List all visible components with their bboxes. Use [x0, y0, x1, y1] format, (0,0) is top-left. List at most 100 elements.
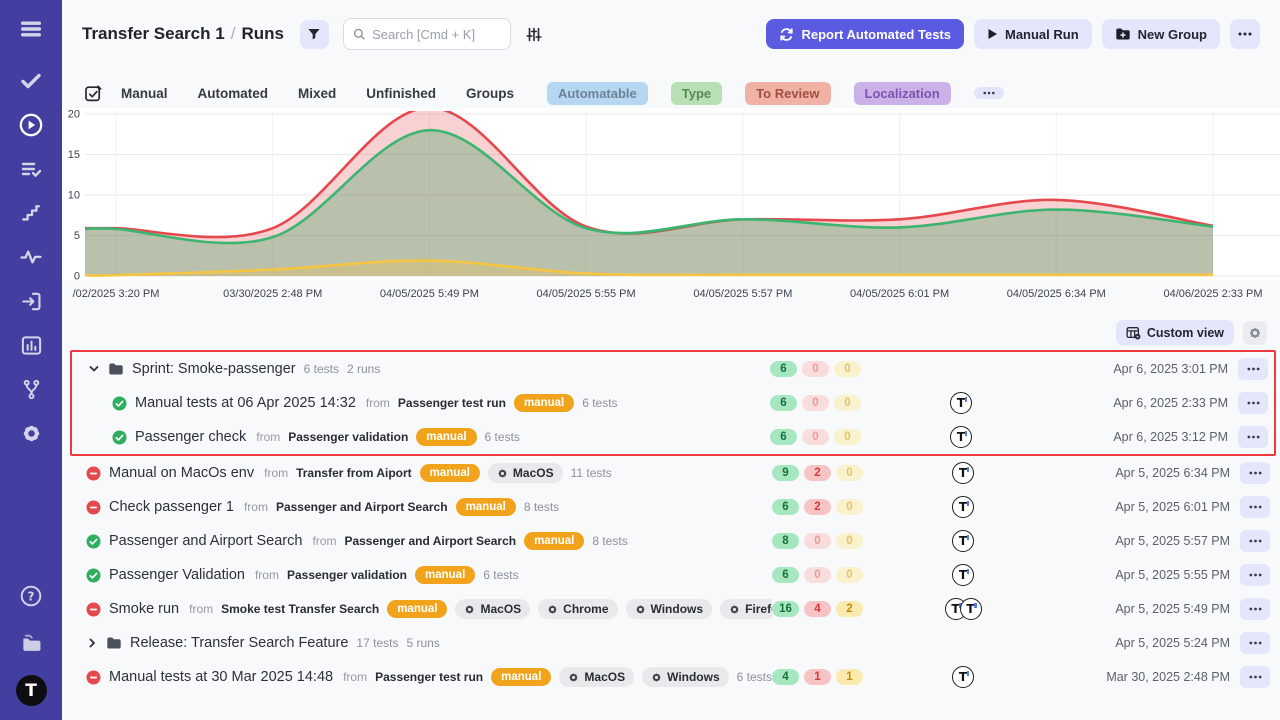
group-name[interactable]: Sprint: Smoke-passenger — [132, 361, 296, 377]
run-name[interactable]: Manual tests at 30 Mar 2025 14:48 — [109, 669, 333, 685]
table-row[interactable]: Smoke runfromSmoke test Transfer Searchm… — [70, 592, 1276, 626]
breadcrumb-project[interactable]: Transfer Search 1 — [82, 24, 225, 43]
stat-passed: 16 — [772, 601, 799, 617]
stat-failed: 0 — [802, 429, 829, 445]
chevron-down-icon[interactable] — [88, 363, 100, 375]
table-row[interactable]: Manual on MacOs envfromTransfer from Aip… — [70, 456, 1276, 490]
stat-passed: 9 — [772, 465, 799, 481]
row-more-button[interactable] — [1240, 530, 1270, 552]
stat-skipped: 0 — [834, 395, 861, 411]
run-name[interactable]: Manual tests at 06 Apr 2025 14:32 — [135, 395, 356, 411]
row-more-button[interactable] — [1238, 426, 1268, 448]
stat-skipped: 0 — [836, 499, 863, 515]
filter-tag[interactable]: Type — [671, 82, 722, 105]
table-gear-icon — [1126, 326, 1141, 340]
run-time: Apr 6, 2025 3:12 PM — [1040, 430, 1228, 444]
group-name[interactable]: Release: Transfer Search Feature — [130, 635, 348, 651]
stat-failed: 2 — [804, 499, 831, 515]
row-more-button[interactable] — [1240, 666, 1270, 688]
table-row[interactable]: Passenger ValidationfromPassenger valida… — [70, 558, 1276, 592]
stat-failed: 4 — [804, 601, 831, 617]
status-passed-icon — [86, 568, 101, 583]
help-icon[interactable]: ? — [18, 583, 44, 609]
filter-button[interactable] — [300, 20, 329, 49]
custom-view-button[interactable]: Custom view — [1116, 320, 1234, 345]
x-tick-label: 04/05/2025 5:49 PM — [380, 288, 479, 300]
imports-icon[interactable] — [18, 288, 44, 314]
row-more-button[interactable] — [1240, 496, 1270, 518]
tasks-icon[interactable] — [18, 68, 44, 94]
stat-failed: 2 — [804, 465, 831, 481]
run-name[interactable]: Passenger Validation — [109, 567, 245, 583]
test-plans-icon[interactable] — [18, 156, 44, 182]
status-failed-icon — [86, 466, 101, 481]
avatar: T — [952, 530, 974, 552]
run-name[interactable]: Passenger and Airport Search — [109, 533, 302, 549]
run-name[interactable]: Smoke run — [109, 601, 179, 617]
avatar: T — [952, 462, 974, 484]
settings-icon[interactable] — [18, 420, 44, 446]
stat-skipped: 0 — [834, 361, 861, 377]
row-more-button[interactable] — [1238, 358, 1268, 380]
manual-badge: manual — [491, 668, 551, 686]
env-chip: MacOS — [559, 667, 634, 687]
tab-groups[interactable]: Groups — [466, 86, 514, 101]
runs-icon[interactable] — [18, 112, 44, 138]
table-row[interactable]: Sprint: Smoke-passenger6 tests2 runs600A… — [72, 352, 1274, 386]
select-runs-icon[interactable] — [84, 84, 103, 103]
tab-unfinished[interactable]: Unfinished — [366, 86, 436, 101]
search-icon — [353, 27, 365, 41]
run-name[interactable]: Passenger check — [135, 429, 246, 445]
ellipsis-icon — [1249, 675, 1262, 679]
search-input[interactable] — [372, 27, 501, 42]
row-more-button[interactable] — [1240, 632, 1270, 654]
table-row[interactable]: Passenger checkfromPassenger validationm… — [72, 420, 1274, 454]
run-name[interactable]: Check passenger 1 — [109, 499, 234, 515]
view-options-icon[interactable] — [521, 21, 547, 47]
projects-icon[interactable] — [18, 629, 44, 655]
ellipsis-icon — [1249, 641, 1262, 645]
tab-manual[interactable]: Manual — [121, 86, 168, 101]
table-row[interactable]: Manual tests at 30 Mar 2025 14:48fromPas… — [70, 660, 1276, 694]
row-more-button[interactable] — [1240, 564, 1270, 586]
gear-icon — [635, 604, 646, 615]
y-tick-label: 5 — [74, 230, 80, 242]
report-automated-tests-button[interactable]: Report Automated Tests — [766, 19, 964, 49]
milestones-icon[interactable] — [18, 200, 44, 226]
row-more-button[interactable] — [1240, 598, 1270, 620]
stat-passed: 8 — [772, 533, 799, 549]
manual-badge: manual — [514, 394, 574, 412]
analytics-icon[interactable] — [18, 332, 44, 358]
pulse-icon[interactable] — [18, 244, 44, 270]
view-settings-button[interactable] — [1243, 321, 1267, 345]
table-row[interactable]: Manual tests at 06 Apr 2025 14:32fromPas… — [72, 386, 1274, 420]
stat-skipped: 1 — [836, 669, 863, 685]
table-row[interactable]: Release: Transfer Search Feature17 tests… — [70, 626, 1276, 660]
filter-tag[interactable]: Localization — [854, 82, 951, 105]
menu-icon[interactable] — [18, 16, 44, 42]
header-more-button[interactable] — [1230, 19, 1260, 49]
from-label: from — [366, 396, 390, 410]
table-row[interactable]: Passenger and Airport SearchfromPassenge… — [70, 524, 1276, 558]
tab-automated[interactable]: Automated — [198, 86, 269, 101]
integrations-icon[interactable] — [18, 376, 44, 402]
tags-more-button[interactable] — [974, 87, 1004, 99]
logo[interactable]: T — [16, 675, 47, 706]
table-row[interactable]: Check passenger 1fromPassenger and Airpo… — [70, 490, 1276, 524]
row-more-button[interactable] — [1240, 462, 1270, 484]
manual-run-button[interactable]: Manual Run — [974, 19, 1092, 49]
ellipsis-icon — [1249, 539, 1262, 543]
tests-count: 6 tests — [304, 362, 339, 376]
funnel-icon — [307, 28, 321, 41]
run-name[interactable]: Manual on MacOs env — [109, 465, 254, 481]
row-more-button[interactable] — [1238, 392, 1268, 414]
ellipsis-icon — [1249, 471, 1262, 475]
from-label: from — [312, 534, 336, 548]
tab-mixed[interactable]: Mixed — [298, 86, 336, 101]
tests-count: 8 tests — [592, 534, 627, 548]
filter-tag[interactable]: Automatable — [547, 82, 648, 105]
filter-tag[interactable]: To Review — [745, 82, 830, 105]
filter-row: Manual Automated Mixed Unfinished Groups Aut… — [84, 79, 1260, 107]
new-group-button[interactable]: New Group — [1102, 19, 1220, 49]
chevron-right-icon[interactable] — [86, 637, 98, 649]
